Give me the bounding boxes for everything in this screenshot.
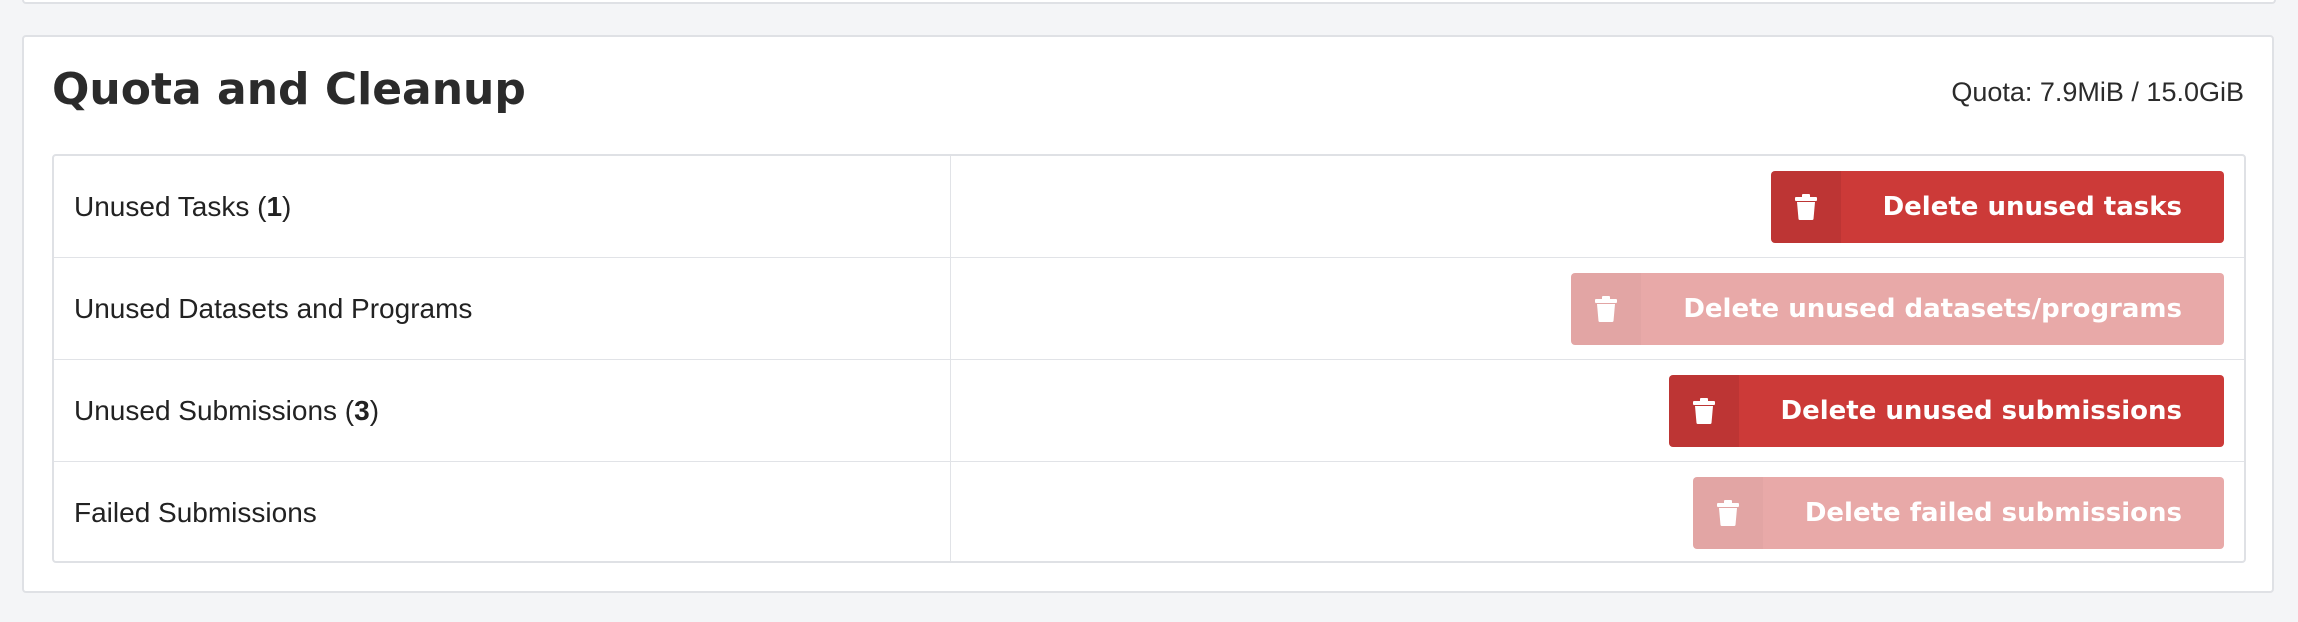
row-count: 3 [354, 394, 370, 426]
row-label-text: Failed Submissions [74, 497, 317, 528]
trash-icon [1571, 273, 1641, 345]
card-header: Quota and Cleanup Quota: 7.9MiB / 15.0Gi… [24, 37, 2272, 157]
button-label: Delete failed submissions [1804, 498, 2182, 528]
table-row: Unused Submissions (3) Delete unused sub… [54, 360, 2244, 462]
row-label-suffix: ) [282, 190, 292, 222]
section-title: Quota and Cleanup [52, 64, 526, 115]
delete-failed-submissions-button[interactable]: Delete failed submissions [1692, 477, 2224, 549]
previous-card-bottom [22, 0, 2276, 4]
button-label: Delete unused submissions [1780, 395, 2183, 426]
trash-icon [1770, 170, 1841, 243]
row-label: Unused Datasets and Programs [54, 258, 951, 359]
row-action: Delete unused submissions [951, 360, 2244, 461]
button-label: Delete unused tasks [1882, 191, 2182, 222]
row-label: Failed Submissions [54, 462, 951, 561]
table-row: Failed Submissions Delete failed submiss… [54, 462, 2244, 561]
trash-icon [1668, 374, 1739, 447]
row-label: Unused Submissions (3) [54, 360, 951, 461]
row-action: Delete unused datasets/programs [951, 258, 2244, 359]
cleanup-table: Unused Tasks (1) Delete unused tasks Unu… [52, 154, 2246, 563]
trash-icon [1693, 477, 1763, 549]
row-action: Delete unused tasks [951, 156, 2244, 257]
table-row: Unused Datasets and Programs Delete unus… [54, 258, 2244, 360]
delete-unused-submissions-button[interactable]: Delete unused submissions [1668, 374, 2224, 447]
row-action: Delete failed submissions [951, 462, 2244, 561]
row-label-suffix: ) [369, 394, 380, 426]
row-label-text: Unused Tasks ( [74, 190, 267, 222]
delete-unused-tasks-button[interactable]: Delete unused tasks [1770, 170, 2224, 243]
row-label-text: Unused Datasets and Programs [74, 292, 473, 324]
delete-unused-datasets-programs-button[interactable]: Delete unused datasets/programs [1571, 272, 2224, 345]
row-count: 1 [266, 190, 283, 222]
quota-readout: Quota: 7.9MiB / 15.0GiB [1951, 77, 2244, 107]
row-label: Unused Tasks (1) [54, 156, 951, 257]
button-label: Delete unused datasets/programs [1683, 293, 2182, 324]
table-row: Unused Tasks (1) Delete unused tasks [54, 156, 2244, 258]
row-label-text: Unused Submissions ( [74, 394, 355, 426]
quota-cleanup-card: Quota and Cleanup Quota: 7.9MiB / 15.0Gi… [22, 35, 2274, 593]
